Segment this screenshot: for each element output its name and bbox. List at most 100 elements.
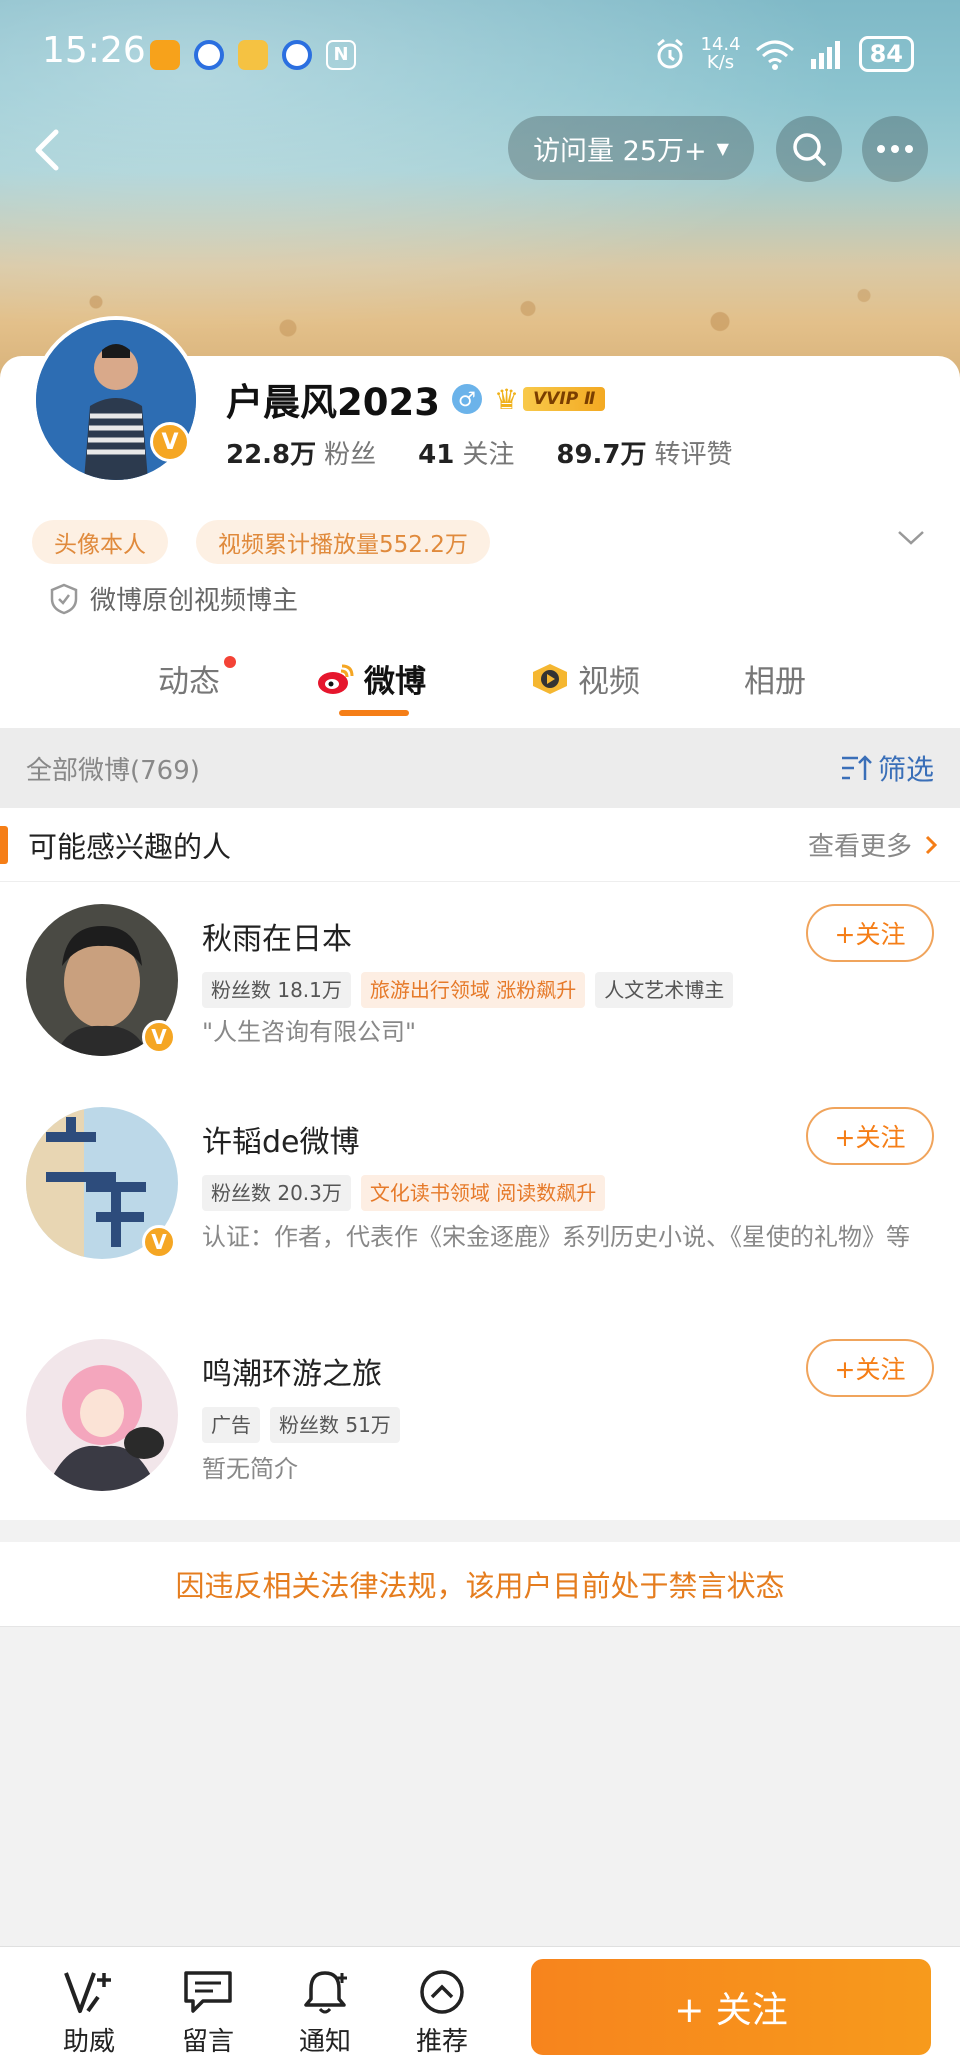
user-avatar[interactable]	[26, 1339, 178, 1491]
alarm-icon	[656, 38, 683, 69]
suggestions-header: 可能感兴趣的人 查看更多	[0, 808, 960, 882]
stat-following[interactable]: 41 关注	[418, 434, 514, 471]
chevron-down-icon[interactable]	[896, 528, 926, 548]
user-name[interactable]: 秋雨在日本	[202, 914, 352, 958]
filter-bar: 全部微博(769) 筛选	[0, 728, 960, 808]
shield-check-icon	[50, 583, 78, 614]
creator-label: 微博原创视频博主	[50, 580, 298, 617]
more-dots-icon	[877, 145, 913, 153]
net-speed-unit: K/s	[706, 52, 735, 73]
tab-label: 微博	[364, 664, 426, 700]
stat-value: 22.8万	[226, 440, 317, 470]
tab-feed[interactable]: 动态	[158, 656, 220, 701]
tab-label: 动态	[158, 664, 220, 700]
signal-icon	[810, 41, 840, 69]
crown-icon: ♛	[493, 382, 520, 416]
follow-button[interactable]: +关注	[806, 1339, 934, 1397]
bottom-bar-label: 助威	[62, 2027, 115, 2057]
user-tags: 广告 粉丝数 51万	[202, 1407, 400, 1443]
app-notification-icon	[150, 40, 180, 70]
user-description: "人生咨询有限公司"	[202, 1018, 417, 1046]
stat-interactions[interactable]: 89.7万 转评赞	[556, 434, 732, 471]
status-time: 15:26	[42, 30, 146, 71]
visits-dropdown[interactable]: 访问量 25万+ ▼	[508, 116, 754, 180]
filter-icon	[841, 755, 872, 780]
notify-button[interactable]: 通知	[280, 1969, 370, 2058]
nfc-icon: N	[326, 40, 356, 70]
user-name[interactable]: 鸣潮环游之旅	[202, 1349, 382, 1393]
user-tags: 粉丝数 18.1万 旅游出行领域 涨粉飙升 人文艺术博主	[202, 972, 734, 1008]
see-more-link[interactable]: 查看更多	[808, 826, 938, 863]
back-button[interactable]	[28, 126, 68, 174]
chat-bubble-icon	[184, 1971, 232, 2013]
tag-avatar-verified[interactable]: 头像本人	[32, 520, 168, 564]
stat-fans[interactable]: 22.8万 粉丝	[226, 434, 376, 471]
tab-label: 视频	[578, 664, 640, 700]
profile-name: 户晨风2023 ♂ ♛ VVIP Ⅱ	[226, 372, 606, 426]
cheer-button[interactable]: 助威	[44, 1969, 134, 2058]
male-gender-icon: ♂	[451, 384, 482, 414]
net-speed: 14.4 K/s	[701, 36, 741, 72]
stat-value: 41	[418, 440, 455, 470]
ad-tag: 广告	[202, 1407, 260, 1443]
suggested-user-row[interactable]: V 许韬de微博 粉丝数 20.3万 文化读书领域 阅读数飙升 认证：作者，代表…	[0, 1085, 960, 1318]
bottom-bar-label: 通知	[298, 2027, 351, 2057]
rising-tag: 旅游出行领域 涨粉飙升	[360, 972, 586, 1008]
filter-label: 筛选	[877, 753, 934, 786]
filter-button[interactable]: 筛选	[840, 748, 934, 788]
weibo-count: 全部微博(769)	[26, 755, 200, 786]
search-icon	[793, 133, 826, 166]
follow-button[interactable]: +关注	[806, 1107, 934, 1165]
message-button[interactable]: 留言	[163, 1969, 253, 2058]
see-more-label: 查看更多	[807, 832, 912, 862]
app-notification-icon	[194, 40, 224, 70]
active-tab-indicator	[339, 710, 409, 716]
recommend-button[interactable]: 推荐	[397, 1969, 487, 2058]
main-follow-button[interactable]: + 关注	[531, 1959, 931, 2055]
caret-down-icon: ▼	[716, 138, 729, 158]
suggested-user-row[interactable]: 鸣潮环游之旅 广告 粉丝数 51万 暂无简介 +关注	[0, 1317, 960, 1520]
chevron-up-circle-icon	[420, 1970, 464, 2014]
cheer-v-plus-icon	[64, 1972, 111, 2013]
search-button[interactable]	[776, 116, 842, 182]
bottom-bar-label: 留言	[181, 2027, 234, 2057]
user-description: 认证：作者，代表作《宋金逐鹿》系列历史小说、《星使的礼物》等	[202, 1223, 910, 1251]
category-tag: 人文艺术博主	[595, 972, 734, 1008]
bottom-action-bar: 助威 留言 通知 推荐 + 关注	[0, 1946, 960, 2067]
verified-badge-icon: V	[142, 1020, 176, 1054]
status-icons: 14.4 K/s 84	[653, 36, 914, 72]
tab-album[interactable]: 相册	[744, 656, 806, 701]
wifi-icon	[755, 40, 794, 70]
tab-weibo[interactable]: 微博	[316, 656, 426, 701]
fans-count-tag: 粉丝数 18.1万	[202, 972, 351, 1008]
suggested-user-row[interactable]: V 秋雨在日本 粉丝数 18.1万 旅游出行领域 涨粉飙升 人文艺术博主 "人生…	[0, 882, 960, 1086]
stat-label: 关注	[462, 440, 515, 470]
rising-tag: 文化读书领域 阅读数飙升	[360, 1175, 606, 1211]
vip-badge[interactable]: ♛ VVIP Ⅱ	[493, 382, 606, 416]
weibo-notification-icon	[238, 40, 268, 70]
follow-button[interactable]: +关注	[806, 904, 934, 962]
verified-badge-icon: V	[150, 422, 190, 462]
user-name[interactable]: 许韬de微博	[202, 1117, 360, 1161]
battery-indicator: 84	[858, 36, 914, 72]
visits-label: 访问量 25万+	[533, 135, 707, 167]
chevron-right-icon	[925, 835, 938, 854]
fans-count-tag: 粉丝数 20.3万	[202, 1175, 351, 1211]
ban-notice: 因违反相关法律法规，该用户目前处于禁言状态	[0, 1542, 960, 1627]
user-description: 暂无简介	[202, 1455, 298, 1483]
tag-video-plays[interactable]: 视频累计播放量552.2万	[196, 520, 490, 564]
stat-value: 89.7万	[556, 440, 647, 470]
creator-label-text: 微博原创视频博主	[90, 586, 299, 616]
suggestions-title: 可能感兴趣的人	[28, 829, 232, 864]
more-button[interactable]	[862, 116, 928, 182]
user-tags: 粉丝数 20.3万 文化读书领域 阅读数飙升	[202, 1175, 606, 1211]
profile-stats: 22.8万 粉丝 41 关注 89.7万 转评赞	[226, 434, 733, 471]
vip-label: VVIP Ⅱ	[523, 387, 606, 411]
video-play-icon	[533, 663, 567, 694]
app-notification-icon	[282, 40, 312, 70]
profile-name-text: 户晨风2023	[226, 381, 440, 424]
notification-dot	[224, 656, 236, 668]
bottom-bar-label: 推荐	[415, 2027, 468, 2057]
bell-plus-icon	[304, 1971, 347, 2014]
tab-video[interactable]: 视频	[530, 656, 640, 701]
